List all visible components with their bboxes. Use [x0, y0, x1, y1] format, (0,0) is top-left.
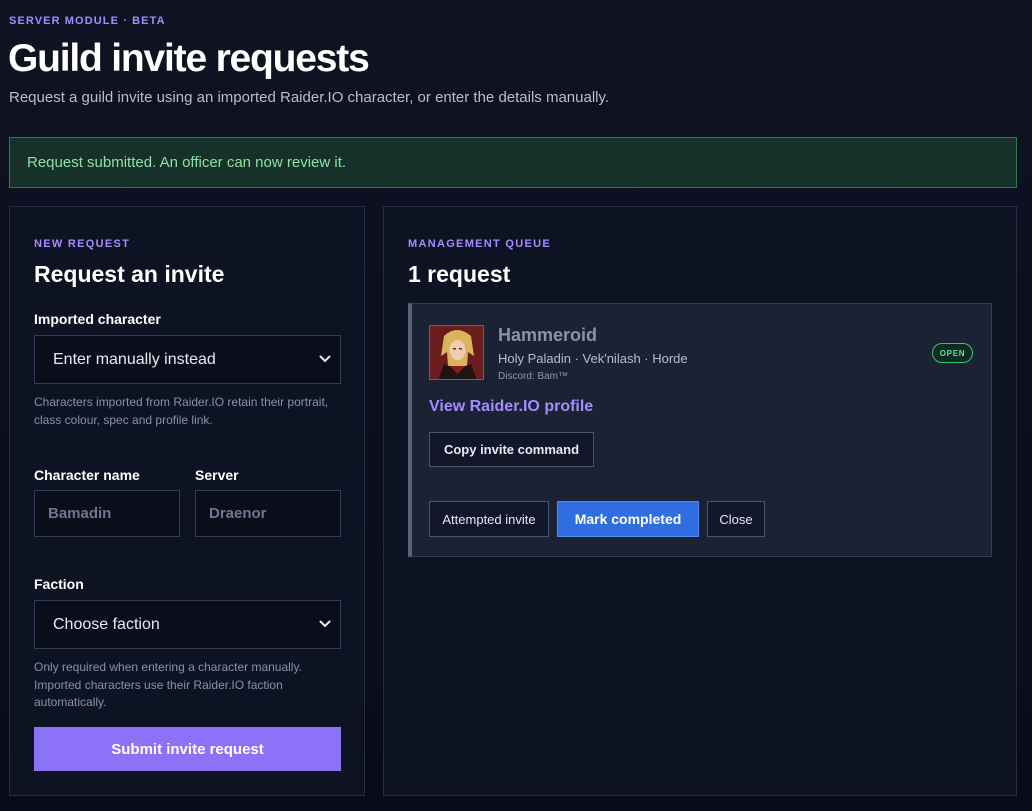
imported-character-select[interactable]: Enter manually instead	[34, 335, 341, 384]
success-alert: Request submitted. An officer can now re…	[9, 137, 1017, 188]
mark-completed-button[interactable]: Mark completed	[557, 501, 699, 537]
faction-hint: Only required when entering a character …	[34, 660, 302, 709]
character-meta: Holy Paladin · Vek'nilash · Horde	[498, 351, 688, 366]
page-eyebrow: SERVER MODULE · BETA	[9, 15, 166, 27]
request-form-panel: NEW REQUEST Request an invite Imported c…	[9, 206, 365, 796]
server-input[interactable]: Draenor	[195, 490, 341, 537]
faction-select[interactable]: Choose faction	[34, 600, 341, 649]
imported-character-hint: Characters imported from Raider.IO retai…	[34, 395, 329, 427]
character-discord: Discord: Bam™	[498, 371, 569, 382]
server-label: Server	[195, 467, 239, 483]
submit-request-button[interactable]: Submit invite request	[34, 727, 341, 771]
management-queue-panel: MANAGEMENT QUEUE 1 request Hammeroid Hol…	[383, 206, 1017, 796]
queue-title: 1 request	[408, 261, 511, 287]
character-name-input[interactable]: Bamadin	[34, 490, 180, 537]
close-button[interactable]: Close	[707, 501, 765, 537]
page-title: Guild invite requests	[8, 37, 370, 80]
page: SERVER MODULE · BETA Guild invite reques…	[0, 0, 1032, 811]
chevron-down-icon	[318, 352, 332, 366]
form-title: Request an invite	[34, 261, 225, 287]
chevron-down-icon	[318, 617, 332, 631]
copy-invite-command-button[interactable]: Copy invite command	[429, 432, 594, 467]
queue-eyebrow: MANAGEMENT QUEUE	[408, 238, 552, 250]
attempted-invite-button[interactable]: Attempted invite	[429, 501, 549, 537]
faction-value: Choose faction	[53, 615, 160, 633]
status-badge: OPEN	[932, 343, 973, 363]
imported-character-label: Imported character	[34, 311, 161, 327]
character-name: Hammeroid	[498, 325, 598, 345]
character-portrait	[429, 325, 484, 380]
character-name-placeholder: Bamadin	[48, 505, 112, 522]
server-placeholder: Draenor	[209, 505, 267, 522]
request-card: Hammeroid Holy Paladin · Vek'nilash · Ho…	[408, 303, 992, 557]
form-eyebrow: NEW REQUEST	[34, 238, 131, 250]
character-name-label: Character name	[34, 467, 140, 483]
page-subtitle: Request a guild invite using an imported…	[9, 89, 610, 106]
faction-label: Faction	[34, 576, 84, 592]
imported-character-value: Enter manually instead	[53, 350, 216, 368]
raiderio-profile-link[interactable]: View Raider.IO profile	[429, 398, 593, 416]
alert-text: Request submitted. An officer can now re…	[27, 154, 347, 171]
